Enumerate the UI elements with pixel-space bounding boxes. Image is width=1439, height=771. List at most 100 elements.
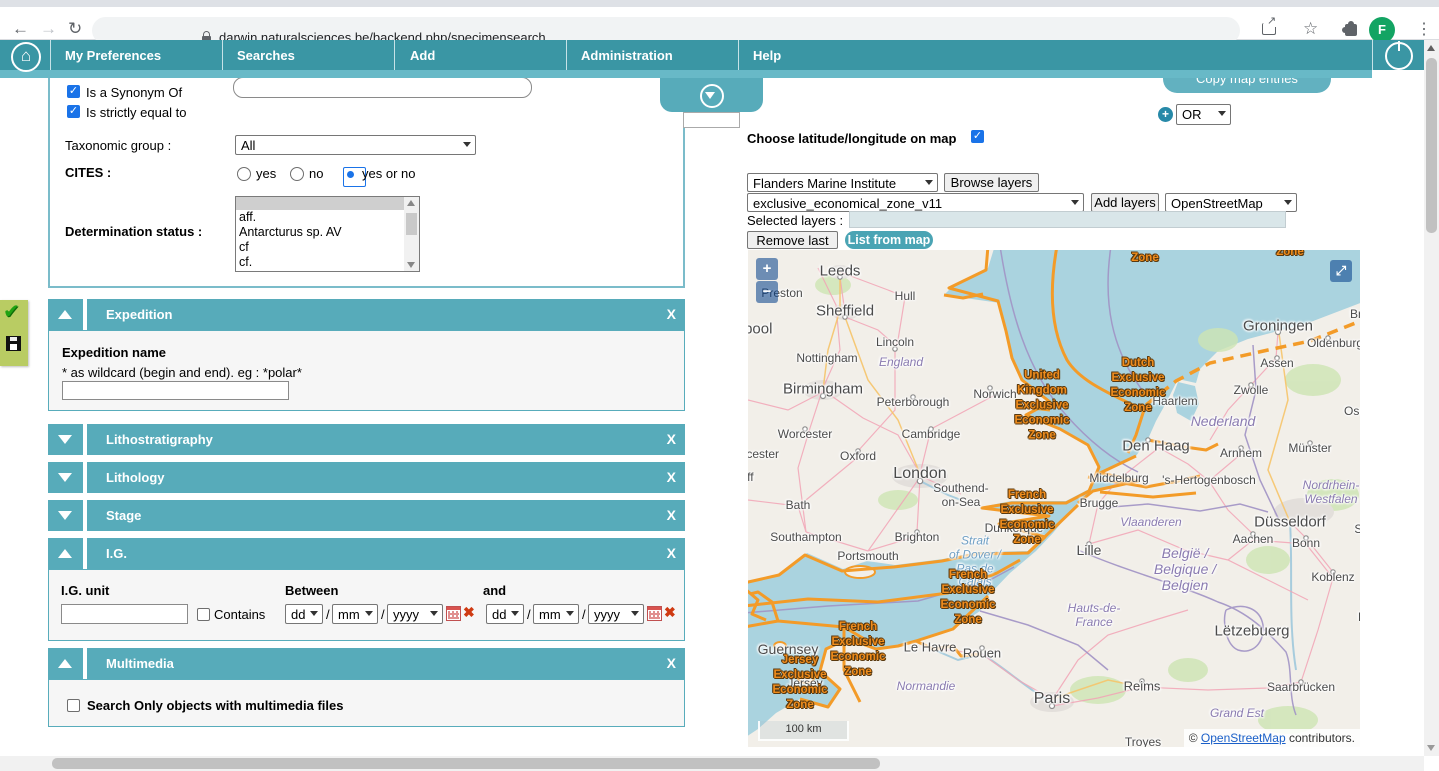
determination-option[interactable]: aff. — [236, 210, 419, 225]
nav-item-searches[interactable]: Searches — [237, 48, 295, 63]
determination-status-listbox[interactable]: aff.Antarcturus sp. AVcfcf. — [235, 196, 420, 272]
choose-latlong-checkbox[interactable]: ✓ — [971, 130, 984, 143]
cites-yes-radio[interactable] — [237, 167, 251, 181]
map-place-label: Worcester — [778, 428, 832, 442]
nav-item-my-preferences[interactable]: My Preferences — [65, 48, 161, 63]
home-icon[interactable]: ⌂ — [11, 42, 41, 72]
map-place-label: Osnabrück — [1344, 405, 1360, 419]
ig-collapse-button[interactable] — [48, 538, 83, 569]
share-icon[interactable] — [1262, 23, 1276, 35]
reload-icon[interactable]: ↻ — [68, 20, 82, 37]
openstreetmap-link[interactable]: OpenStreetMap — [1201, 731, 1286, 745]
bookmark-star-icon[interactable]: ☆ — [1303, 19, 1318, 39]
layer-source-select[interactable]: Flanders Marine Institute — [747, 173, 938, 192]
map-zoom-out-button[interactable]: − — [756, 281, 778, 303]
determination-option[interactable]: cf — [236, 240, 419, 255]
to-month-select[interactable]: mm — [533, 604, 579, 624]
determination-option[interactable]: Antarcturus sp. AV — [236, 225, 419, 240]
lithostratigraphy-close-x[interactable]: X — [667, 431, 676, 447]
from-year-select[interactable]: yyyy — [387, 604, 443, 624]
from-month-select[interactable]: mm — [332, 604, 378, 624]
listbox-scroll-thumb[interactable] — [406, 213, 417, 235]
lithostratigraphy-expand-button[interactable] — [48, 424, 83, 455]
scroll-up-arrow[interactable] — [1427, 45, 1435, 51]
back-icon[interactable]: ← — [12, 20, 29, 37]
layer-select[interactable]: exclusive_economical_zone_v11 — [747, 193, 1084, 212]
map-zoom-in-button[interactable]: + — [756, 258, 778, 280]
map-place-label: Lille — [1077, 542, 1102, 558]
to-year-select[interactable]: yyyy — [588, 604, 644, 624]
add-layers-button[interactable]: Add layers — [1091, 193, 1159, 212]
stage-header[interactable]: Stage X — [87, 500, 685, 531]
extensions-icon[interactable] — [1345, 24, 1357, 36]
or-operator-select[interactable]: OR — [1176, 104, 1231, 125]
determination-option[interactable] — [236, 197, 419, 210]
save-floppy-icon[interactable] — [6, 336, 21, 351]
expedition-collapse-button[interactable] — [48, 299, 83, 330]
taxonomic-group-select[interactable]: All — [235, 135, 476, 155]
multimedia-only-checkbox[interactable] — [67, 699, 80, 712]
validate-check-icon[interactable]: ✔ — [3, 299, 20, 324]
stage-expand-button[interactable] — [48, 500, 83, 531]
basemap-select[interactable]: OpenStreetMap — [1165, 193, 1297, 212]
synonym-input[interactable] — [233, 77, 532, 98]
list-from-map-button[interactable]: List from map — [845, 231, 933, 249]
nav-separator — [50, 40, 51, 70]
nav-item-administration[interactable]: Administration — [581, 48, 673, 63]
listbox-scrollbar[interactable] — [404, 197, 419, 271]
to-day-select[interactable]: dd — [486, 604, 524, 624]
synonym-checkbox[interactable]: ✓ — [67, 85, 80, 98]
cites-no-radio[interactable] — [290, 167, 304, 181]
stage-close-x[interactable]: X — [667, 507, 676, 523]
from-day-select[interactable]: dd — [285, 604, 323, 624]
from-clear-icon[interactable]: ✖ — [463, 604, 475, 621]
ig-unit-input[interactable] — [61, 604, 188, 624]
determination-option[interactable]: cf. — [236, 255, 419, 270]
horizontal-scrollbar[interactable] — [0, 756, 1424, 771]
map[interactable]: PrestonLiverpoolLeedsHullSheffieldLincol… — [748, 250, 1360, 747]
listbox-scroll-down[interactable] — [407, 262, 415, 268]
taxonomic-group-label: Taxonomic group : — [65, 138, 171, 153]
map-place-label: Saarbrücken — [1267, 681, 1335, 695]
lithology-close-x[interactable]: X — [667, 469, 676, 485]
to-clear-icon[interactable]: ✖ — [664, 604, 676, 621]
from-calendar-icon[interactable] — [446, 606, 461, 621]
map-fullscreen-button[interactable]: ⤢ — [1330, 260, 1352, 282]
map-place-label: Reims — [1124, 680, 1161, 695]
lithology-header[interactable]: Lithology X — [87, 462, 685, 493]
expedition-name-input[interactable] — [62, 381, 289, 400]
lithology-expand-button[interactable] — [48, 462, 83, 493]
map-place-label: Paris — [1034, 690, 1070, 708]
nav-item-add[interactable]: Add — [410, 48, 435, 63]
expedition-header[interactable]: Expedition X — [87, 299, 685, 330]
expedition-close-x[interactable]: X — [667, 306, 676, 322]
to-calendar-icon[interactable] — [647, 606, 662, 621]
remove-last-button[interactable]: Remove last — [747, 231, 838, 249]
ig-header[interactable]: I.G. X — [87, 538, 685, 569]
map-place-label: Arnhem — [1220, 447, 1262, 461]
strictly-equal-checkbox[interactable]: ✓ — [67, 105, 80, 118]
collapse-panel-tab[interactable] — [660, 78, 763, 112]
selected-layers-input[interactable] — [849, 211, 1286, 228]
contains-checkbox[interactable] — [197, 608, 210, 621]
listbox-scroll-up[interactable] — [407, 200, 415, 206]
multimedia-collapse-button[interactable] — [48, 648, 83, 679]
vertical-scroll-thumb[interactable] — [1426, 58, 1437, 233]
small-input[interactable] — [683, 112, 740, 128]
add-condition-plus-icon[interactable]: + — [1158, 107, 1173, 122]
nav-item-help[interactable]: Help — [753, 48, 781, 63]
horizontal-scroll-thumb[interactable] — [52, 758, 880, 769]
logout-power-icon[interactable] — [1385, 42, 1413, 70]
browse-layers-button[interactable]: Browse layers — [944, 173, 1039, 192]
map-place-label: Assen — [1260, 357, 1293, 371]
forward-icon[interactable]: → — [40, 20, 57, 37]
lithostratigraphy-header[interactable]: Lithostratigraphy X — [87, 424, 685, 455]
vertical-scrollbar[interactable] — [1424, 40, 1439, 756]
multimedia-header[interactable]: Multimedia X — [87, 648, 685, 679]
scroll-down-arrow[interactable] — [1427, 745, 1435, 751]
triangle-down-icon — [58, 473, 72, 482]
browser-menu-icon[interactable]: ⋮ — [1416, 19, 1432, 39]
ig-close-x[interactable]: X — [667, 545, 676, 561]
multimedia-close-x[interactable]: X — [667, 655, 676, 671]
map-place-label: Hauts-de- France — [1068, 602, 1121, 630]
